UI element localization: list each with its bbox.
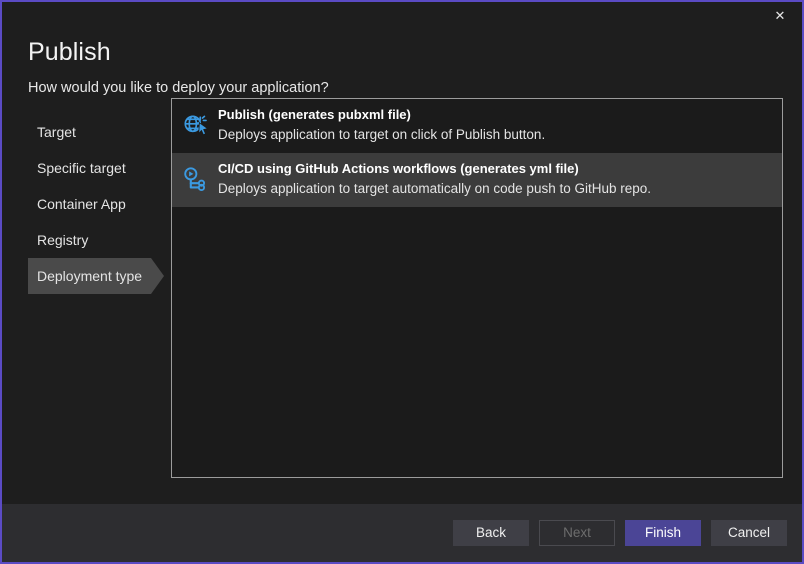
page-title: Publish: [28, 28, 802, 67]
cancel-button[interactable]: Cancel: [711, 520, 787, 546]
sidebar-item-deployment-type[interactable]: Deployment type: [28, 258, 151, 294]
globe-click-icon: [172, 99, 218, 153]
title-bar: ✕: [2, 2, 802, 28]
option-description: Deploys application to target on click o…: [218, 124, 782, 144]
sidebar-item-target[interactable]: Target: [28, 114, 151, 150]
option-publish-text: Publish (generates pubxml file) Deploys …: [218, 99, 782, 144]
dialog-header: Publish How would you like to deploy you…: [2, 28, 802, 98]
dialog-footer: Back Next Finish Cancel: [2, 504, 802, 562]
sidebar-item-registry[interactable]: Registry: [28, 222, 151, 258]
option-description: Deploys application to target automatica…: [218, 178, 782, 198]
page-subtitle: How would you like to deploy your applic…: [28, 67, 802, 98]
wizard-steps-sidebar: Target Specific target Container App Reg…: [2, 114, 170, 294]
option-title: Publish (generates pubxml file): [218, 106, 782, 124]
sidebar-item-label: Target: [37, 124, 76, 140]
sidebar-item-specific-target[interactable]: Specific target: [28, 150, 151, 186]
sidebar-item-label: Container App: [37, 196, 126, 212]
sidebar-item-label: Deployment type: [37, 268, 142, 284]
option-title: CI/CD using GitHub Actions workflows (ge…: [218, 160, 782, 178]
option-publish[interactable]: Publish (generates pubxml file) Deploys …: [172, 99, 782, 153]
back-button[interactable]: Back: [453, 520, 529, 546]
close-icon[interactable]: ✕: [758, 2, 802, 28]
dialog-body: Target Specific target Container App Reg…: [2, 98, 802, 504]
publish-dialog-window: ✕ Publish How would you like to deploy y…: [0, 0, 804, 564]
deployment-type-options-panel: Publish (generates pubxml file) Deploys …: [171, 98, 783, 478]
sidebar-item-label: Specific target: [37, 160, 126, 176]
finish-button[interactable]: Finish: [625, 520, 701, 546]
next-button: Next: [539, 520, 615, 546]
sidebar-item-label: Registry: [37, 232, 88, 248]
option-cicd-github-actions[interactable]: CI/CD using GitHub Actions workflows (ge…: [172, 153, 782, 207]
sidebar-item-container-app[interactable]: Container App: [28, 186, 151, 222]
cicd-pipeline-icon: [172, 153, 218, 207]
option-cicd-text: CI/CD using GitHub Actions workflows (ge…: [218, 153, 782, 198]
